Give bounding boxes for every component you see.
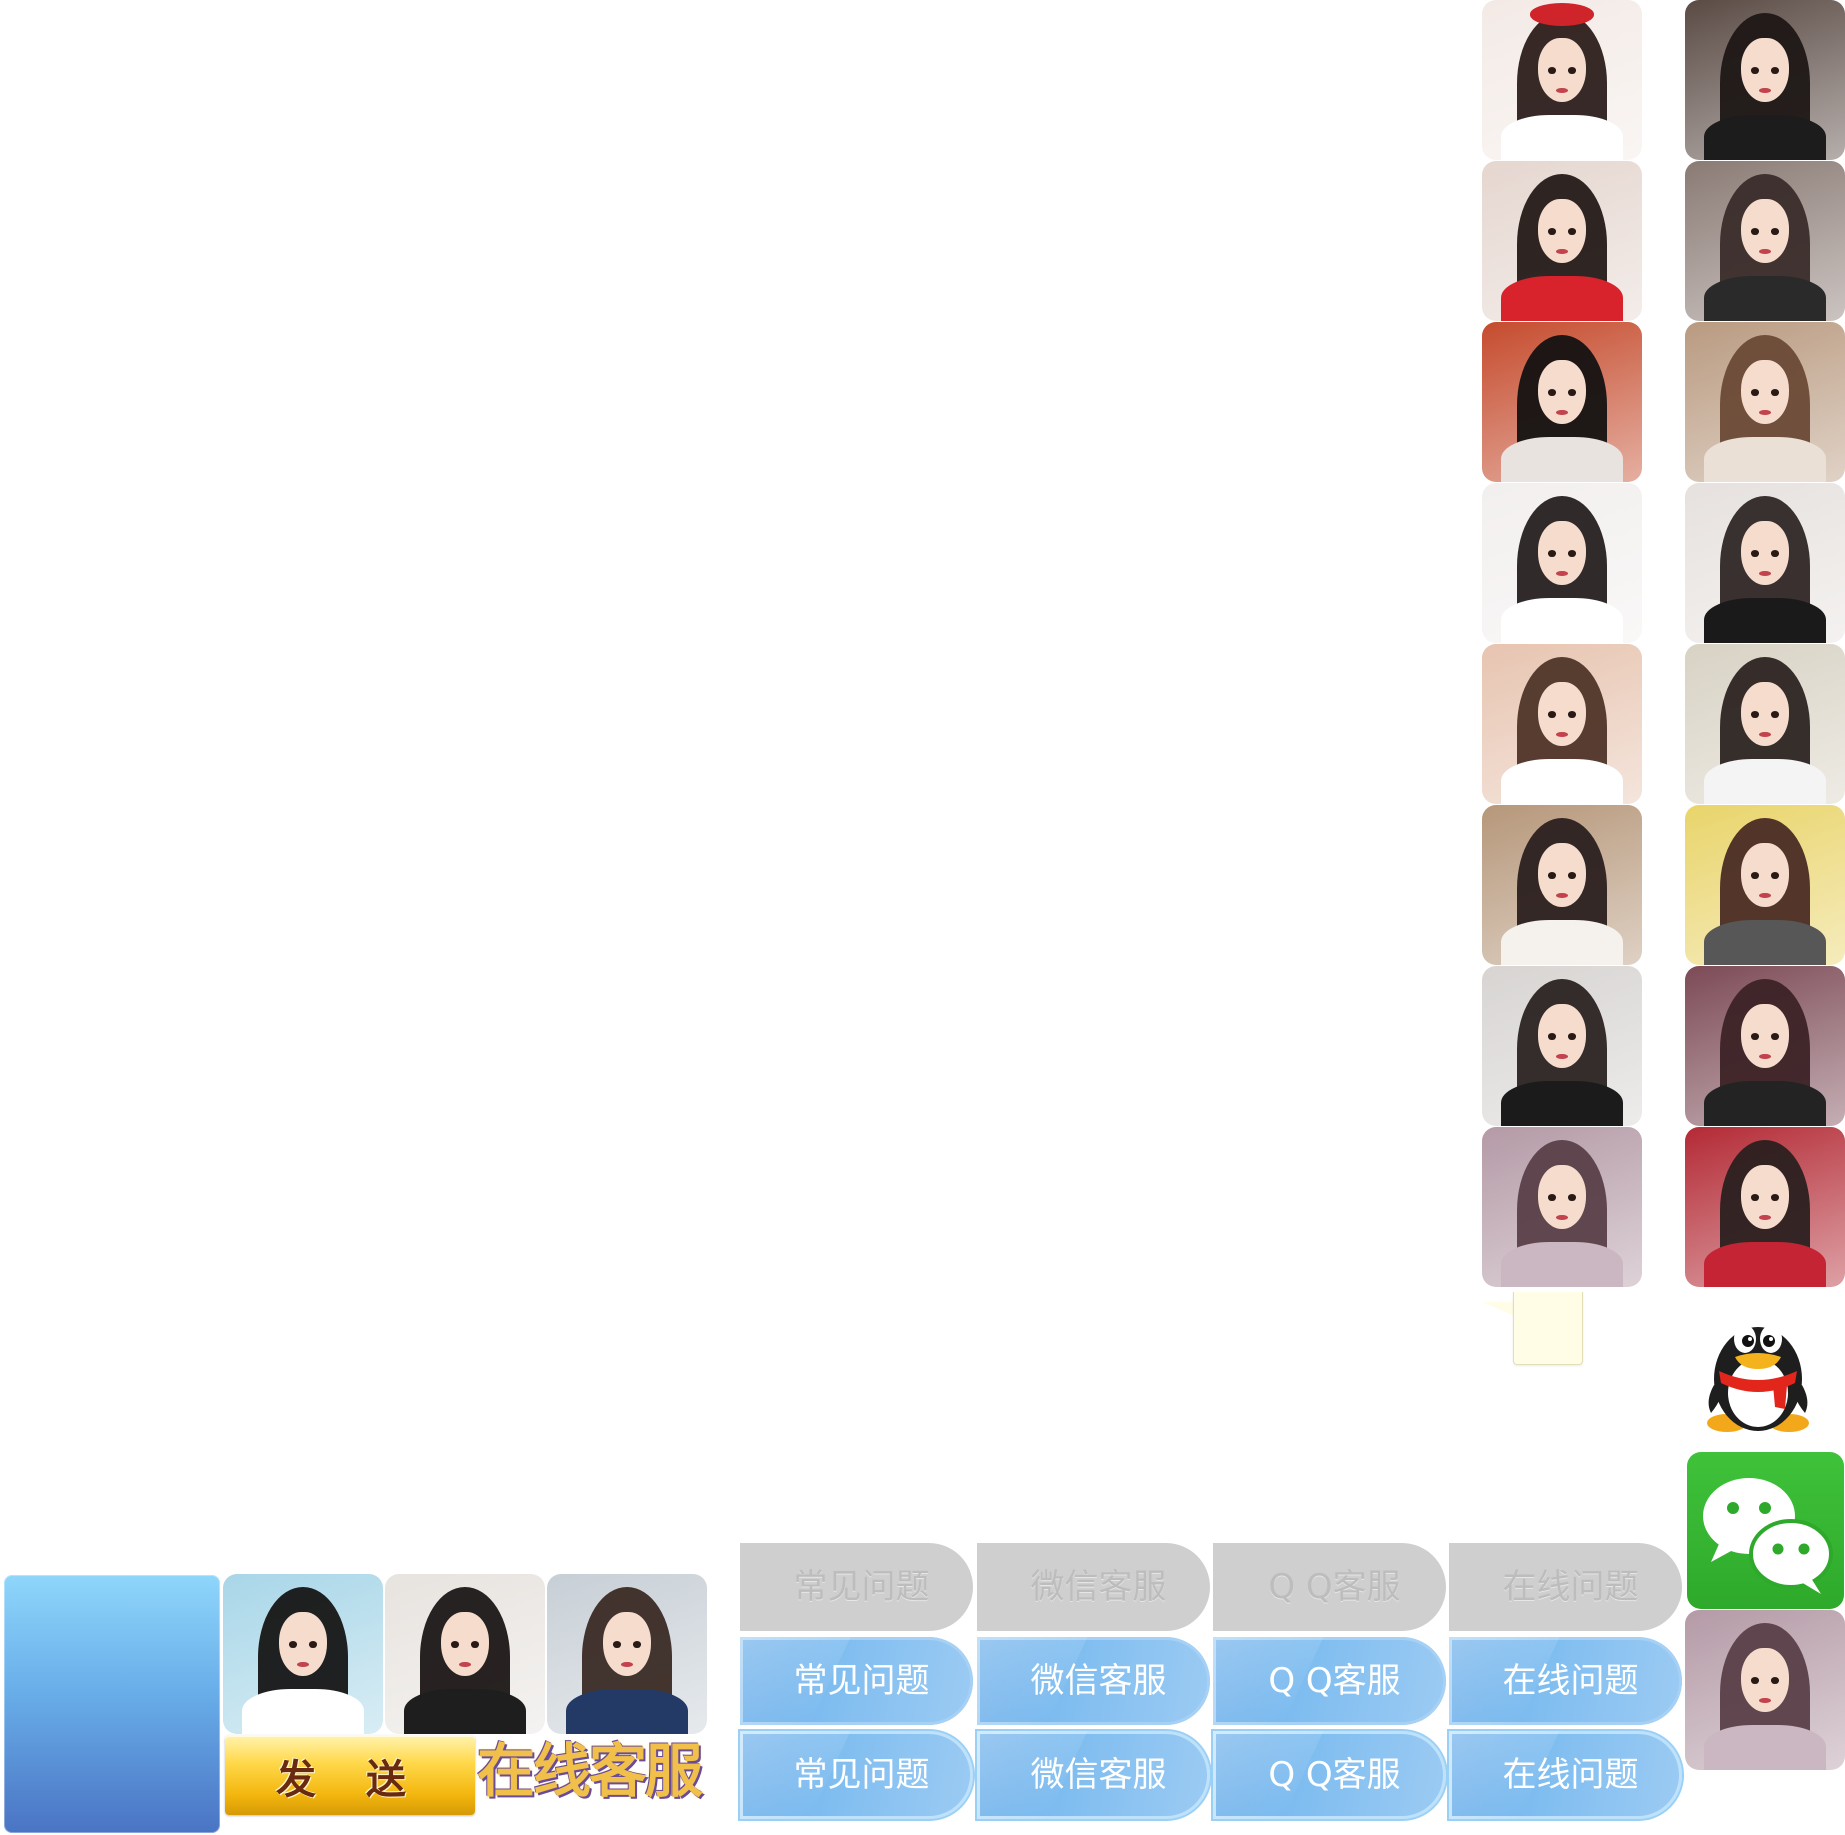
tab-label: Q Q客服 bbox=[1268, 1755, 1401, 1795]
tab-label: 微信客服 bbox=[1030, 1567, 1167, 1607]
tab-hover-2[interactable]: 微信客服 bbox=[977, 1637, 1210, 1725]
tab-label: 常见问题 bbox=[793, 1755, 930, 1795]
tab-label: Q Q客服 bbox=[1268, 1661, 1401, 1701]
avatar-photo[interactable] bbox=[1685, 322, 1845, 482]
tab-label: 微信客服 bbox=[1030, 1661, 1167, 1701]
tab-active-3[interactable]: Q Q客服 bbox=[1213, 1731, 1446, 1819]
blue-gradient-panel bbox=[4, 1575, 220, 1833]
tab-hover-4[interactable]: 在线问题 bbox=[1449, 1637, 1682, 1725]
avatar-photo[interactable] bbox=[1482, 161, 1642, 321]
avatar-photo[interactable] bbox=[1482, 483, 1642, 643]
tab-normal-2[interactable]: 微信客服 bbox=[977, 1543, 1210, 1631]
avatar-photo[interactable] bbox=[1482, 322, 1642, 482]
avatar-photo[interactable] bbox=[1685, 1610, 1845, 1770]
avatar-photo[interactable] bbox=[385, 1574, 545, 1734]
tab-normal-3[interactable]: Q Q客服 bbox=[1213, 1543, 1446, 1631]
online-service-wordart: 在线客服 bbox=[477, 1737, 703, 1805]
tooltip-bubble bbox=[1513, 1292, 1583, 1365]
tab-label: 在线问题 bbox=[1502, 1661, 1639, 1701]
sprite-sheet: 发 送 在线客服 常见问题 微信客服 Q Q客服 在线问题 常见问题 微信客服 Q Q客服在… bbox=[0, 0, 1845, 1835]
avatar-photo[interactable] bbox=[1685, 1127, 1845, 1287]
send-button-label: 发 送 bbox=[276, 1757, 424, 1803]
tab-active-4[interactable]: 在线问题 bbox=[1449, 1731, 1682, 1819]
avatar-photo[interactable] bbox=[1482, 0, 1642, 160]
send-button[interactable]: 发 送 bbox=[225, 1735, 475, 1815]
avatar-photo[interactable] bbox=[1685, 161, 1845, 321]
qq-penguin-icon[interactable] bbox=[1705, 1305, 1811, 1435]
avatar-photo[interactable] bbox=[547, 1574, 707, 1734]
tab-label: Q Q客服 bbox=[1268, 1567, 1401, 1607]
tab-label: 在线问题 bbox=[1502, 1567, 1639, 1607]
tab-hover-1[interactable]: 常见问题 bbox=[740, 1637, 973, 1725]
tab-label: 常见问题 bbox=[793, 1567, 930, 1607]
avatar-photo[interactable] bbox=[223, 1574, 383, 1734]
avatar-photo[interactable] bbox=[1685, 966, 1845, 1126]
tab-label: 常见问题 bbox=[793, 1661, 930, 1701]
tab-label: 微信客服 bbox=[1030, 1755, 1167, 1795]
avatar-photo[interactable] bbox=[1685, 0, 1845, 160]
tab-active-2[interactable]: 微信客服 bbox=[977, 1731, 1210, 1819]
avatar-photo[interactable] bbox=[1685, 644, 1845, 804]
avatar-photo[interactable] bbox=[1482, 1127, 1642, 1287]
tab-label: 在线问题 bbox=[1502, 1755, 1639, 1795]
avatar-photo[interactable] bbox=[1482, 644, 1642, 804]
tab-normal-4[interactable]: 在线问题 bbox=[1449, 1543, 1682, 1631]
avatar-photo[interactable] bbox=[1685, 483, 1845, 643]
tooltip-bubble-tail bbox=[1483, 1302, 1514, 1316]
avatar-photo[interactable] bbox=[1482, 805, 1642, 965]
tab-normal-1[interactable]: 常见问题 bbox=[740, 1543, 973, 1631]
tab-active-1[interactable]: 常见问题 bbox=[740, 1731, 973, 1819]
avatar-photo[interactable] bbox=[1482, 966, 1642, 1126]
wechat-icon[interactable] bbox=[1687, 1452, 1844, 1609]
tab-hover-3[interactable]: Q Q客服 bbox=[1213, 1637, 1446, 1725]
avatar-photo[interactable] bbox=[1685, 805, 1845, 965]
